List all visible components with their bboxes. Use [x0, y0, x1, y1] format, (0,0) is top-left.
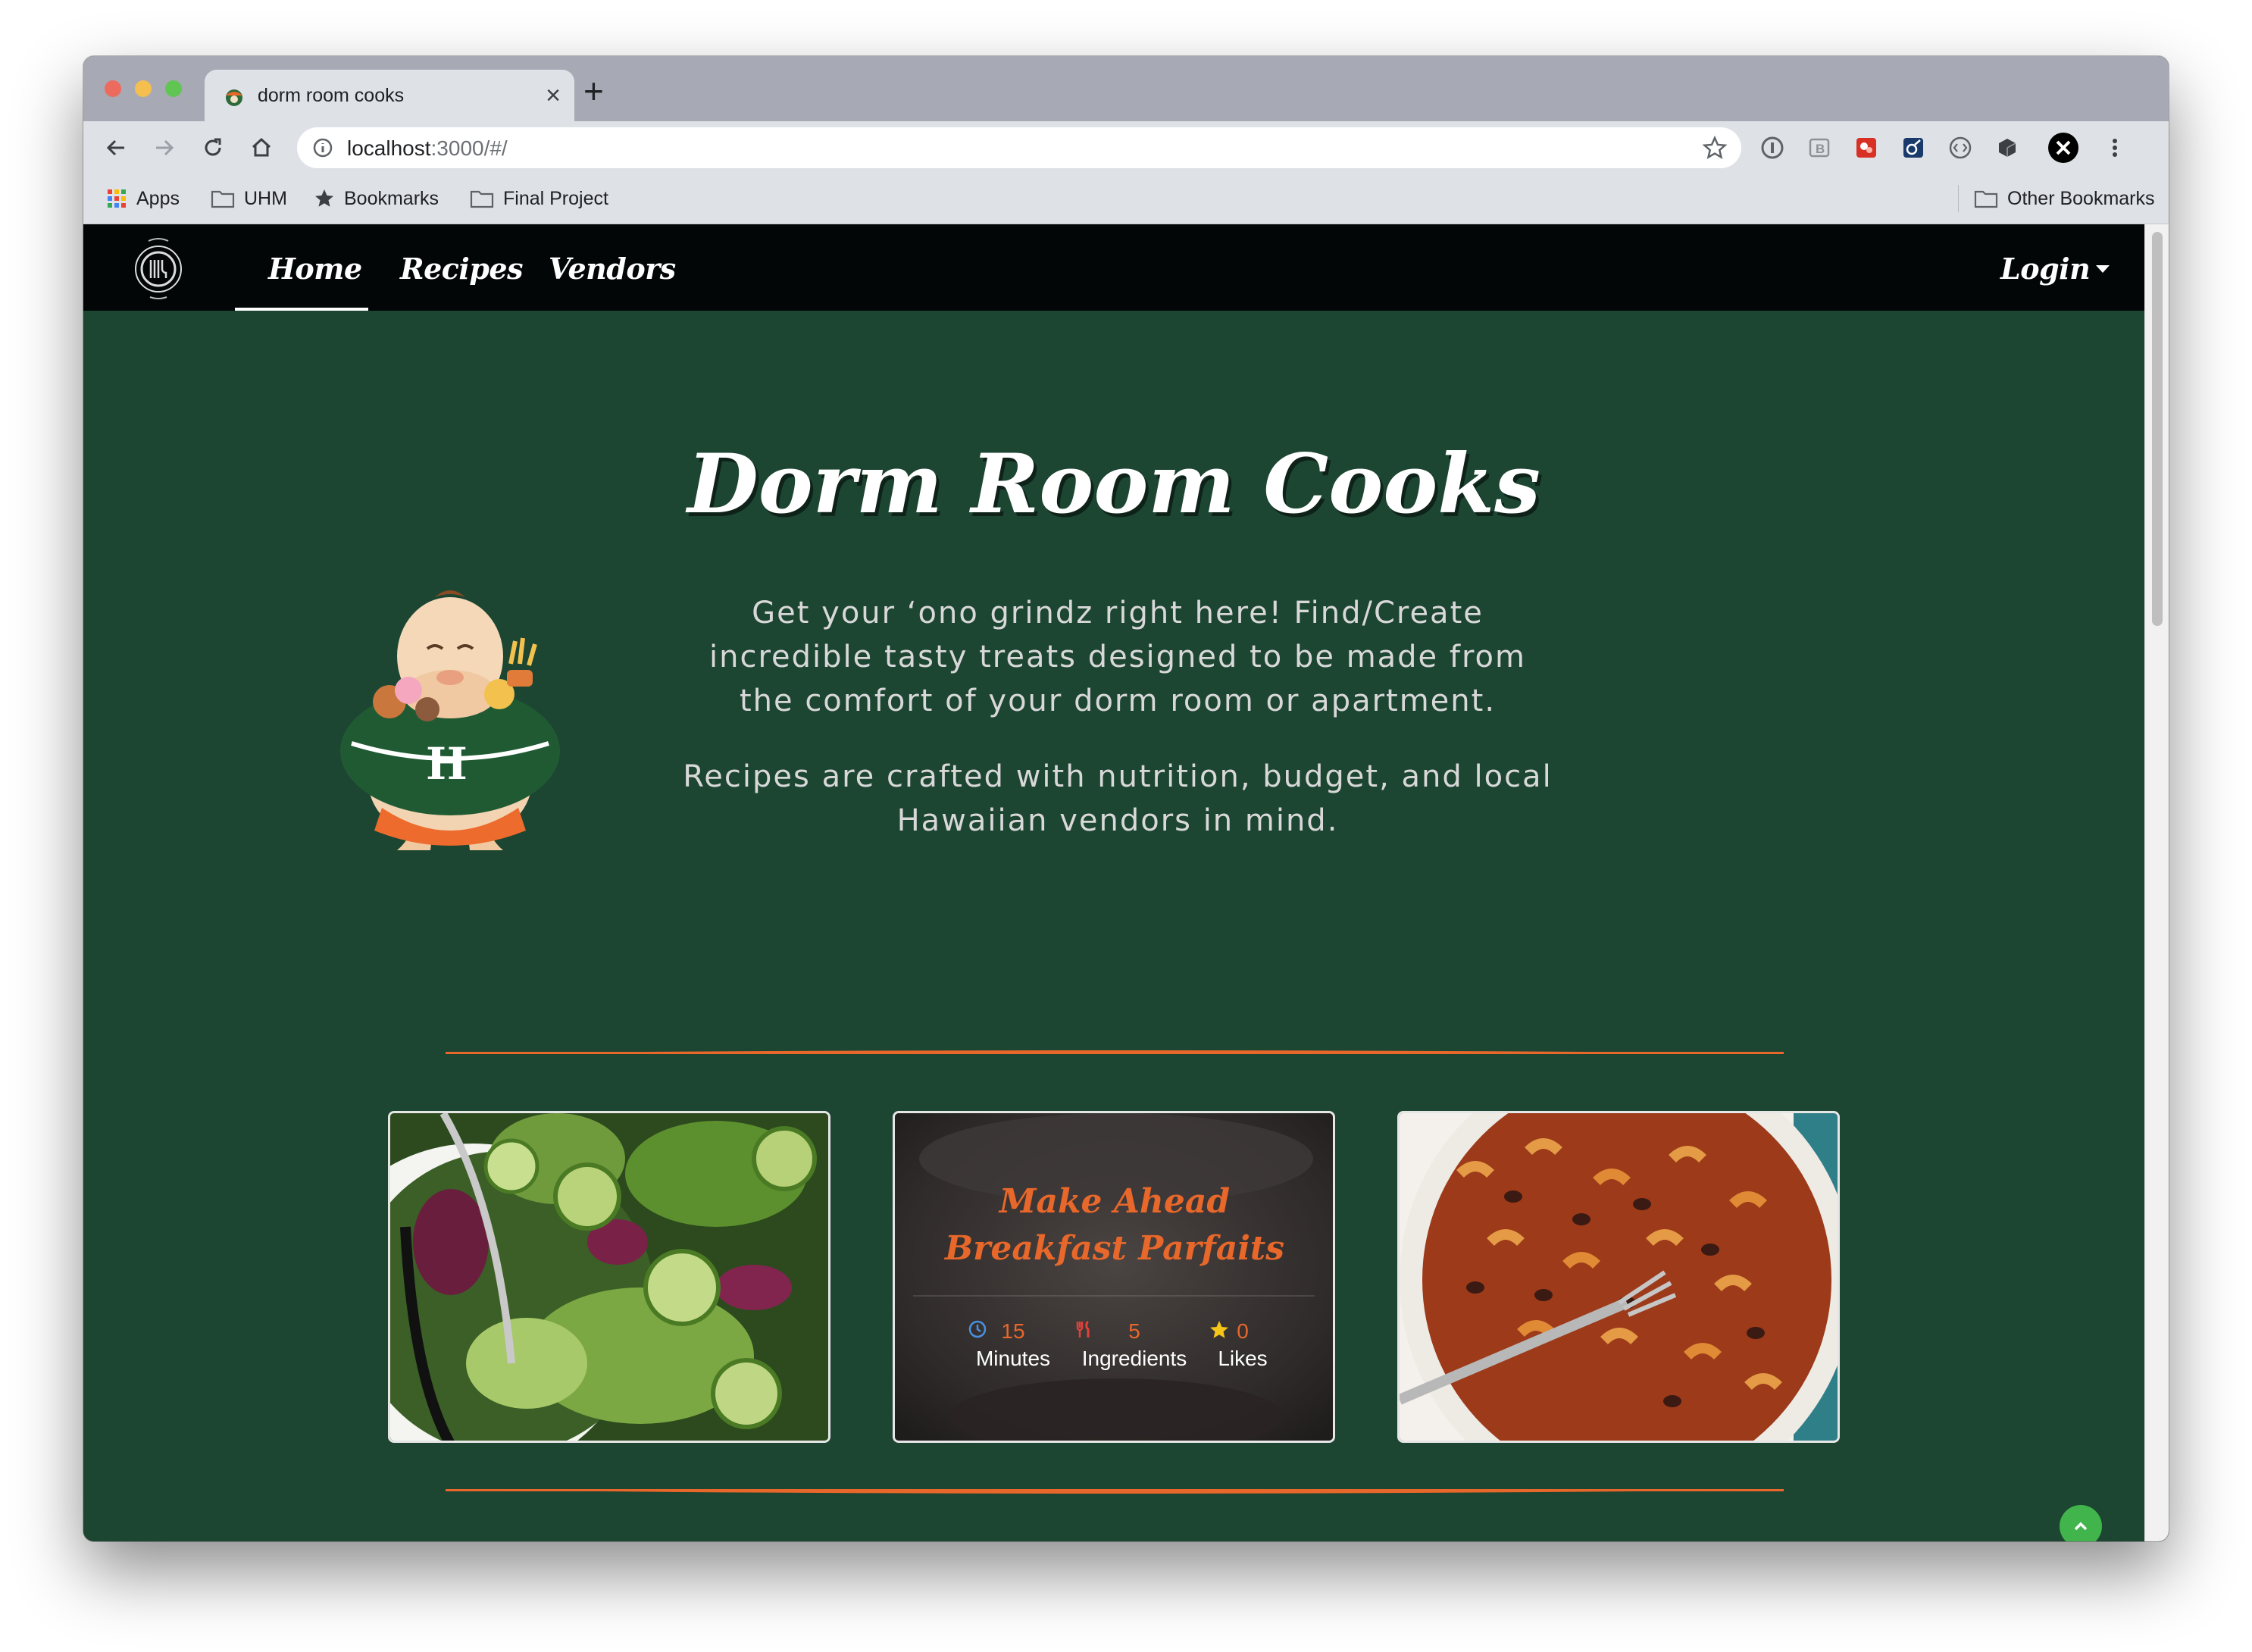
mascot-illustration: H: [340, 590, 560, 850]
hero-subtext: Recipes are crafted with nutrition, budg…: [683, 759, 1553, 838]
address-bar[interactable]: localhost:3000/#/: [297, 127, 1741, 168]
bookmark-label: UHM: [244, 187, 287, 209]
site-logo[interactable]: [126, 235, 191, 300]
nav-recipes-link[interactable]: Recipes: [400, 252, 523, 286]
stat-value: 5: [1128, 1319, 1140, 1343]
home-icon: [252, 137, 271, 157]
nav-home-link[interactable]: Home: [268, 252, 362, 286]
stat-likes: 0 Likes: [1209, 1319, 1277, 1371]
browser-tab[interactable]: dorm room cooks ×: [205, 70, 574, 121]
cube-extension-icon[interactable]: [1993, 133, 2022, 162]
bookmarks-bar: Apps UHM Bookmarks Final Project Other B…: [83, 174, 2169, 224]
minimize-window-button[interactable]: [135, 80, 152, 97]
recipe-card-parfaits[interactable]: Make Ahead Breakfast Parfaits 15 Minutes…: [893, 1111, 1335, 1443]
home-button[interactable]: [246, 132, 277, 164]
stat-label: Minutes: [975, 1347, 1051, 1370]
page-content: Home Recipes Vendors Login Dorm Room Coo…: [83, 224, 2144, 1541]
stat-label: Ingredients: [1081, 1347, 1187, 1370]
forward-button[interactable]: [149, 132, 180, 164]
folder-icon: [1974, 190, 1998, 208]
bookmark-other[interactable]: Other Bookmarks: [1958, 185, 2155, 212]
chevron-down-icon[interactable]: [2096, 265, 2110, 273]
close-tab-icon[interactable]: ×: [546, 80, 561, 111]
reload-button[interactable]: [197, 132, 229, 164]
apps-grid-icon: [108, 189, 126, 208]
site-favicon-icon: [226, 89, 242, 106]
code-extension-icon[interactable]: [1946, 133, 1975, 162]
url-text: localhost:3000/#/: [347, 136, 508, 160]
star-icon: [315, 189, 333, 207]
hero-intro-text: Get your ‘ono grindz right here! Find/Cr…: [709, 596, 1526, 718]
active-nav-indicator: [235, 308, 368, 311]
x-extension-icon[interactable]: [2046, 130, 2081, 165]
forward-arrow-icon: [156, 139, 174, 156]
recipe-card-chili-mac[interactable]: [1397, 1111, 1840, 1443]
bookmark-label: Bookmarks: [344, 187, 439, 209]
recipe-card-salad[interactable]: [388, 1111, 830, 1443]
salad-photo: [390, 1113, 828, 1441]
stat-value: 15: [1001, 1319, 1025, 1343]
stat-value: 0: [1237, 1319, 1249, 1343]
bookmark-uhm[interactable]: UHM: [211, 185, 287, 212]
parfait-background-photo: [895, 1113, 1333, 1441]
close-window-button[interactable]: [105, 80, 121, 97]
browser-window: dorm room cooks × + localhost:3000/#/ B: [83, 56, 2169, 1541]
b-extension-icon[interactable]: B: [1805, 133, 1834, 162]
bookmark-star-icon[interactable]: [1702, 135, 1728, 161]
stat-label: Likes: [1218, 1347, 1268, 1370]
folder-icon: [211, 190, 235, 208]
browser-toolbar: localhost:3000/#/ B: [83, 121, 2169, 174]
clock-icon: [968, 1320, 987, 1338]
folder-icon: [470, 190, 494, 208]
chili-mac-photo: [1400, 1113, 1838, 1441]
section-divider-top: [446, 1050, 1784, 1054]
login-dropdown[interactable]: Login: [2000, 252, 2091, 286]
blue-extension-icon[interactable]: [1899, 133, 1928, 162]
scrollbar-thumb[interactable]: [2152, 232, 2163, 626]
back-button[interactable]: [100, 132, 132, 164]
svg-text:B: B: [1816, 142, 1825, 156]
svg-text:H: H: [426, 738, 468, 790]
utensils-icon: [1076, 1320, 1090, 1338]
nav-vendors-link[interactable]: Vendors: [549, 252, 676, 286]
bookmark-apps[interactable]: Apps: [106, 185, 180, 212]
site-navbar: Home Recipes Vendors Login: [83, 224, 2144, 311]
star-icon: [1210, 1321, 1228, 1338]
browser-menu-icon[interactable]: [2100, 133, 2129, 162]
recipe-card-title: Make Ahead Breakfast Parfaits: [944, 1182, 1285, 1268]
bookmark-bookmarks[interactable]: Bookmarks: [314, 185, 439, 212]
back-arrow-icon: [106, 139, 124, 156]
tab-strip: dorm room cooks × +: [83, 56, 2169, 121]
card-divider: [913, 1295, 1315, 1297]
stat-ingredients: 5 Ingredients: [1074, 1319, 1195, 1371]
onepassword-extension-icon[interactable]: [1758, 133, 1787, 162]
tab-title: dorm room cooks: [258, 85, 405, 106]
section-divider-bottom: [446, 1489, 1784, 1494]
bookmark-final-project[interactable]: Final Project: [470, 185, 608, 212]
new-tab-button[interactable]: +: [583, 70, 604, 112]
maximize-window-button[interactable]: [165, 80, 182, 97]
reload-icon: [205, 138, 221, 156]
hero-title: Dorm Room Cooks: [687, 436, 1540, 532]
back-to-top-button[interactable]: [2060, 1505, 2102, 1541]
bookmark-label: Apps: [136, 187, 180, 209]
red-extension-icon[interactable]: [1852, 133, 1881, 162]
stat-minutes: 15 Minutes: [968, 1319, 1059, 1371]
bookmark-label: Final Project: [503, 187, 608, 209]
page-scrollbar[interactable]: [2144, 224, 2169, 1541]
bookmark-label: Other Bookmarks: [2007, 187, 2155, 209]
site-info-icon[interactable]: [312, 137, 333, 158]
chevron-up-icon: [2074, 1522, 2088, 1531]
